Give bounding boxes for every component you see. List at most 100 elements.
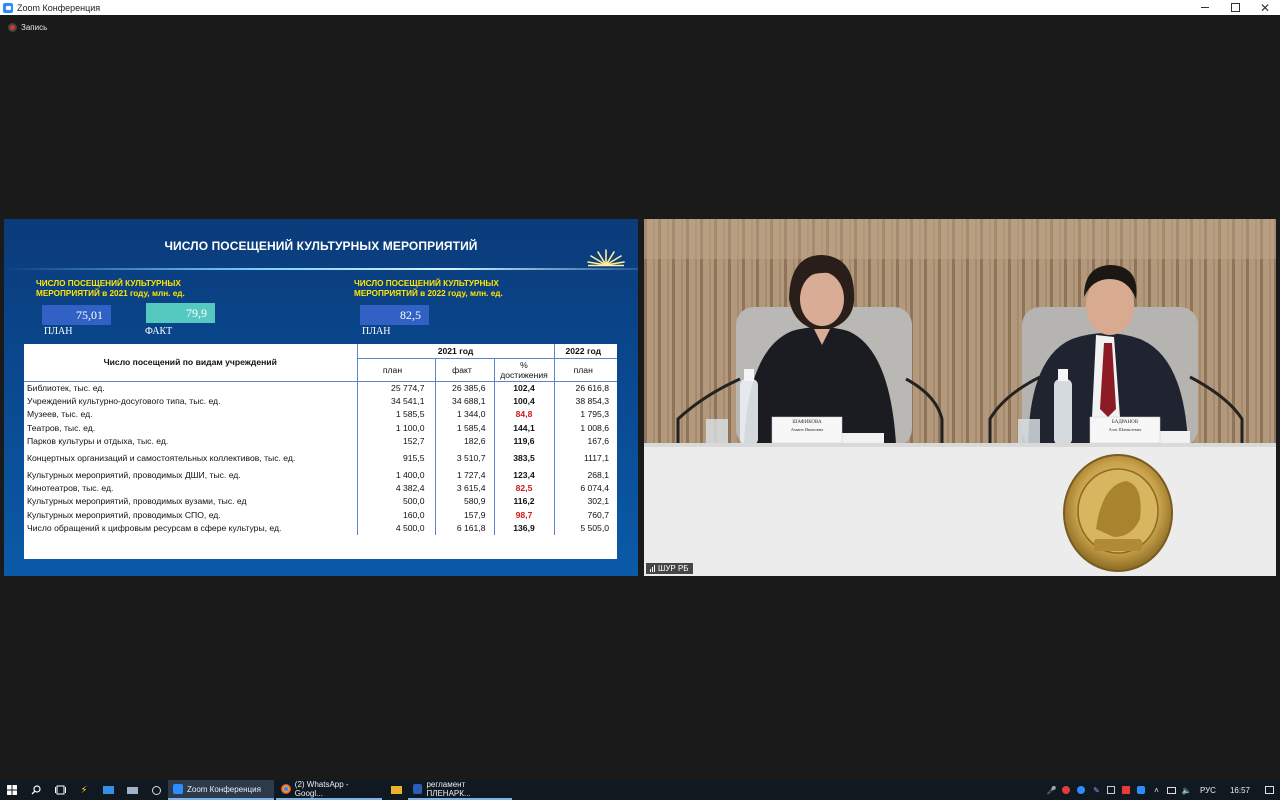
table-row: Число обращений к цифровым ресурсам в сф… — [24, 521, 617, 535]
row-plan: 4 382,4 — [357, 481, 436, 495]
row-name: Библиотек, тыс. ед. — [24, 381, 358, 395]
input-language[interactable]: РУС — [1194, 786, 1222, 795]
conference-scene — [644, 219, 1276, 576]
search-icon[interactable] — [24, 780, 48, 800]
zoom-icon — [173, 784, 183, 794]
record-icon — [8, 23, 17, 32]
visits-table: Число посещений по видам учреждений 2021… — [24, 344, 617, 559]
system-clock[interactable]: 16:57 — [1222, 786, 1258, 795]
recording-indicator[interactable]: Запись — [8, 23, 47, 32]
row-plan-2022: 26 616,8 — [575, 382, 609, 393]
table-row: Культурных мероприятий, проводимых вузам… — [24, 494, 617, 509]
table-row: Учреждений культурно-досугового типа, ты… — [24, 394, 617, 408]
system-tray: 🎤 ✎ ˄ 🔈 РУС 16:57 — [1044, 780, 1280, 800]
row-plan-2022: 5 505,0 — [580, 523, 609, 534]
header-plan-2022: план — [554, 358, 617, 382]
nameplate-left-name: Амина Ивановна — [790, 427, 824, 432]
header-plan: план — [357, 358, 436, 382]
explorer-icon[interactable] — [120, 780, 144, 800]
participant-name: ШУР РБ — [658, 564, 689, 573]
participant-video[interactable]: ШАФИКОВА Амина Ивановна БАДРАНОВ Азат Ша… — [644, 219, 1276, 576]
header-2021: 2021 год — [357, 344, 555, 359]
window-titlebar: Zoom Конференция ✕ — [0, 0, 1280, 15]
row-name: Культурных мероприятий, проводимых вузам… — [24, 494, 358, 509]
row-plan-2022: 38 854,3 — [575, 396, 609, 407]
row-plan: 34 541,1 — [357, 394, 436, 408]
start-button[interactable] — [0, 780, 24, 800]
row-plan-2022: 1 795,3 — [580, 409, 609, 420]
row-pct: 84,8 — [494, 407, 555, 422]
table-row: Театров, тыс. ед. 1 100,0 1 585,4 144,1 … — [24, 421, 617, 435]
row-pct: 123,4 — [494, 467, 555, 482]
pinned-app-icon[interactable]: ⚡ — [72, 780, 96, 800]
tray-volume-icon[interactable]: 🔈 — [1179, 780, 1194, 800]
row-plan-2022: 1 008,6 — [580, 422, 609, 433]
maximize-button[interactable] — [1220, 0, 1250, 15]
title-divider — [4, 268, 638, 270]
tray-app-icon-4[interactable] — [1119, 780, 1134, 800]
taskbar-app-zoom[interactable]: Zoom Конференция — [168, 780, 274, 800]
taskbar-app-word[interactable]: регламент ПЛЕНАРК... — [408, 780, 512, 800]
table-row: Концертных организаций и самостоятельных… — [24, 447, 617, 468]
row-name: Культурных мероприятий, проводимых СПО, … — [24, 508, 358, 522]
minimize-button[interactable] — [1190, 0, 1220, 15]
plan-2021-box: 75,01 — [42, 305, 111, 325]
label-2022: ЧИСЛО ПОСЕЩЕНИЙ КУЛЬТУРНЫХ МЕРОПРИЯТИЙ в… — [354, 279, 503, 298]
row-pct: 383,5 — [494, 447, 555, 468]
header-main: Число посещений по видам учреждений — [24, 344, 358, 382]
plan-2022-caption: ПЛАН — [362, 326, 391, 337]
row-pct: 136,9 — [494, 521, 555, 535]
row-plan: 4 500,0 — [357, 521, 436, 535]
row-pct: 102,4 — [494, 381, 555, 395]
table-row: Музеев, тыс. ед. 1 585,5 1 344,0 84,8 1 … — [24, 407, 617, 422]
taskbar-app-label: Zoom Конференция — [187, 784, 261, 794]
kurai-flower-emblem-icon — [587, 249, 625, 267]
row-plan: 25 774,7 — [357, 381, 436, 395]
pinned-app-icon-2[interactable] — [144, 780, 168, 800]
row-fact: 1 344,0 — [435, 407, 495, 422]
table-row: Библиотек, тыс. ед. 25 774,7 26 385,6 10… — [24, 381, 617, 395]
row-fact: 26 385,6 — [435, 381, 495, 395]
row-plan: 500,0 — [357, 494, 436, 509]
tray-app-icon-2[interactable] — [1074, 780, 1089, 800]
header-pct: % достижения — [494, 358, 555, 382]
row-name: Культурных мероприятий, проводимых ДШИ, … — [24, 467, 358, 482]
tray-app-icon-3[interactable] — [1104, 780, 1119, 800]
row-plan-2022: 1117,1 — [583, 452, 609, 463]
notification-center-icon[interactable] — [1258, 780, 1280, 800]
row-plan-2022: 268,1 — [587, 469, 609, 480]
row-pct: 98,7 — [494, 508, 555, 522]
tray-pen-icon[interactable]: ✎ — [1089, 780, 1104, 800]
row-pct: 100,4 — [494, 394, 555, 408]
tray-mic-icon[interactable]: 🎤 — [1044, 780, 1059, 800]
row-fact: 157,9 — [435, 508, 495, 522]
row-plan-2022: 6 074,4 — [580, 483, 609, 494]
row-plan: 915,5 — [357, 447, 436, 468]
row-name: Музеев, тыс. ед. — [24, 407, 358, 422]
row-name: Число обращений к цифровым ресурсам в сф… — [24, 521, 358, 535]
slide-title: ЧИСЛО ПОСЕЩЕНИЙ КУЛЬТУРНЫХ МЕРОПРИЯТИЙ — [164, 239, 478, 253]
row-name: Парков культуры и отдыха, тыс. ед. — [24, 434, 358, 448]
row-name: Учреждений культурно-досугового типа, ты… — [24, 394, 358, 408]
row-plan-2022: 302,1 — [587, 496, 609, 507]
folder-icon[interactable] — [384, 780, 408, 800]
row-plan: 1 100,0 — [357, 421, 436, 435]
mail-icon[interactable] — [96, 780, 120, 800]
tray-network-icon[interactable] — [1164, 780, 1179, 800]
tray-app-icon-1[interactable] — [1059, 780, 1074, 800]
row-fact: 6 161,8 — [435, 521, 495, 535]
tray-chevron-up-icon[interactable]: ˄ — [1149, 780, 1164, 800]
shared-screen-slide: ЧИСЛО ПОСЕЩЕНИЙ КУЛЬТУРНЫХ МЕРОПРИЯТИЙ Ч… — [4, 219, 638, 576]
row-fact: 34 688,1 — [435, 394, 495, 408]
row-plan: 1 400,0 — [357, 467, 436, 482]
taskbar-app-chrome[interactable]: (2) WhatsApp - Googl... — [276, 780, 382, 800]
row-pct: 116,2 — [494, 494, 555, 509]
row-plan: 152,7 — [357, 434, 436, 448]
task-view-icon[interactable] — [48, 780, 72, 800]
recording-label: Запись — [21, 23, 48, 32]
close-button[interactable]: ✕ — [1250, 0, 1280, 15]
fact-2021-box: 79,9 — [146, 303, 215, 323]
row-name: Театров, тыс. ед. — [24, 421, 358, 435]
tray-zoom-icon[interactable] — [1134, 780, 1149, 800]
row-fact: 580,9 — [435, 494, 495, 509]
